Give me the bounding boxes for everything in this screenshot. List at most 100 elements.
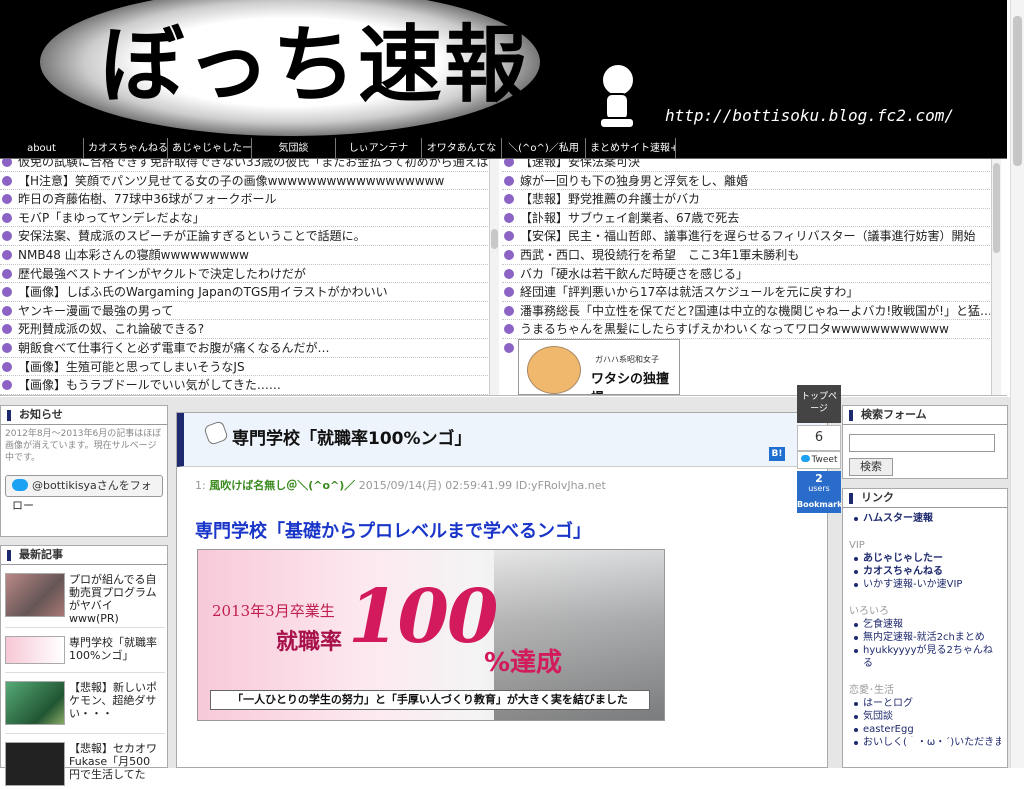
twitter-icon [12,479,28,491]
feed-item[interactable]: 歴代最強ベストナインがヤクルトで決定したわけだが [0,265,488,284]
feed-item[interactable]: 嫁が一回りも下の独身男と浮気をし、離婚 [502,172,990,191]
bullet-icon [2,324,12,335]
link-item[interactable]: 気団談 [849,710,1001,723]
feed-item[interactable]: 【安保】民主・福山哲郎、議事進行を遅らせるフィリバスター（議事進行妨害）開始 [502,227,990,246]
page-scrollbar-thumb[interactable] [1013,16,1022,166]
nav-item-about[interactable]: about [0,138,84,159]
bullet-icon [2,194,12,205]
feed-item[interactable]: 死刑賛成派の奴、これ論破できる? [0,320,488,339]
nav-item-matome[interactable]: まとめサイト速報+ [586,138,676,159]
link-group-label: いろいろ [849,606,889,617]
banner-tail: %達成 [484,648,563,678]
feed-item[interactable]: 【画像】しばふ氏のWargaming JapanのTGS用イラストがかわいい [0,283,488,302]
top-page-button[interactable]: トップページ [797,385,841,423]
bullet-icon [504,194,514,205]
link-item[interactable]: おいしく(｀・ω・´)いただきま [849,736,1001,749]
site-title[interactable]: ぼっち速報 [100,10,530,120]
ad-title: ワタシの独擅場 [591,372,670,394]
nav-item-chaos[interactable]: カオスちゃんねる [84,138,168,159]
bullet-icon [2,342,12,353]
recent-item[interactable]: プロが組んでる自動売買プログラムがヤバイwww(PR) [5,570,165,628]
feed-item[interactable]: ヤンキー漫画で最強の男って [0,302,488,321]
feed-item[interactable]: NMB48 山本彩さんの寝顔wwwwwwwww [0,246,488,265]
res-date: 2015/09/14(月) 02:59:41.99 ID:yFRolvJha.n… [358,479,606,492]
link-item[interactable]: いかす速報-いか速VIP [849,578,1001,591]
search-button[interactable]: 検索 [849,458,893,476]
link-item[interactable]: 無内定速報-就活2chまとめ [849,631,1001,644]
feed-item[interactable]: 【訃報】サブウェイ創業者、67歳で死去 [502,209,990,228]
nav-item-kidan[interactable]: 気団談 [252,138,336,159]
recent-heading: 最新記事 [1,546,167,565]
link-item[interactable]: はーとログ [849,697,1001,710]
bullet-icon [2,175,12,186]
article: 専門学校「就職率100%ンゴ」 B! 1: 風吹けば名無し＠＼(^o^)／ 20… [176,412,828,768]
bullet-icon [504,342,514,353]
bullet-icon [2,249,12,260]
link-item[interactable]: ハムスター速報 [849,512,1001,525]
link-item[interactable]: あじゃじゃしたー [849,552,1001,565]
article-title[interactable]: 専門学校「就職率100%ンゴ」 [232,424,472,449]
feed-item[interactable]: 【速報】安保法案可決 [502,159,990,172]
article-headline: 専門学校「基礎からプロレベルまで学べるンゴ」 [195,521,591,542]
bullet-icon [504,212,514,223]
link-item[interactable]: easterEgg [849,723,1001,736]
bullet-icon [2,305,12,316]
link-group-label: 恋愛･生活 [849,685,894,696]
nav-item-private[interactable]: ＼(^o^)／私用 [502,138,586,159]
nav-item-ajaja[interactable]: あじゃじゃしたー [168,138,252,159]
bullet-icon [504,249,514,260]
nav-item-shii[interactable]: しぃアンテナ [336,138,422,159]
banner-big-number: 100 [348,574,498,660]
feed-item[interactable]: 【悲報】野党推薦の弁護士がバカ [502,190,990,209]
site-url[interactable]: http://bottisoku.blog.fc2.com/ [665,106,954,125]
link-item[interactable]: hyukkyyyyが見る2ちゃんねる [849,644,1001,670]
feed-item[interactable]: 仮免の試験に合格できず免許取得できない33歳の彼氏「またお金払って初めから通えば… [0,159,488,172]
hatena-users-button[interactable]: 2 users Bookmark [797,471,842,513]
mascot-illustration [599,63,635,129]
link-item[interactable]: カオスちゃんねる [849,565,1001,578]
share-widget: トップページ 6 Tweet 2 users Bookmark [797,385,842,515]
bullet-icon [2,380,12,391]
article-banner-image[interactable]: 2013年3月卒業生 就職率 100 %達成 「一人ひとりの学生の努力」と「手厚… [197,549,665,721]
response-header: 1: 風吹けば名無し＠＼(^o^)／ 2015/09/14(月) 02:59:4… [195,477,606,493]
tweet-button[interactable]: Tweet [797,451,841,469]
feed-item[interactable]: 昨日の斉藤佑樹、77球中36球がフォークボール [0,190,488,209]
nav-item-owata[interactable]: オワタあんてな [422,138,502,159]
bullet-icon [504,305,514,316]
recent-thumbnail [5,573,65,617]
feed-right-scrollbar[interactable] [991,159,1001,395]
feed-item[interactable]: モバP「まゆってヤンデレだよな」 [0,209,488,228]
page-scrollbar[interactable] [1010,0,1024,768]
search-input[interactable] [849,434,995,452]
feed-item[interactable]: 潘事務総長「中立性を保てだと?国連は中立的な機関じゃねーよバカ!敗戦国が!」と猛… [502,302,990,321]
link-item[interactable]: 乞食速報 [849,618,1001,631]
feed-item[interactable]: 【画像】もうラブドールでいい気がしてきた…… [0,376,488,395]
bullet-icon [504,175,514,186]
feed-item[interactable]: 安保法案、賛成派のスピーチが正論すぎるということで話題に。 [0,227,488,246]
feed-left-scrollbar[interactable] [489,159,499,395]
hatena-bookmark-icon[interactable]: B! [769,447,785,461]
feed-item[interactable]: バカ「硬水は若干飲んだ時硬さを感じる」 [502,265,990,284]
global-nav: about カオスちゃんねる あじゃじゃしたー 気団談 しぃアンテナ オワタあん… [0,138,1007,159]
ad-subtitle: ガハハ系昭和女子 [595,355,659,364]
recent-item[interactable]: 専門学校「就職率100%ンゴ」 [5,633,165,673]
feed-item[interactable]: 西武・西口、現役続行を希望 ここ3年1軍未勝利も [502,246,990,265]
recent-item[interactable]: 【悲報】新しいポケモン、超絶ダサい・・・ [5,678,165,734]
feed-item[interactable]: 【画像】生殖可能と思ってしまいそうなJS [0,358,488,377]
bullet-icon [504,159,514,167]
bullet-icon [2,268,12,279]
feed-item[interactable]: うまるちゃんを黒髪にしたらすげえかわいくなってワロタwwwwwwwwwwww [502,320,990,339]
links-list: ハムスター速報 VIP あじゃじゃしたー カオスちゃんねる いかす速報-いか速V… [843,508,1007,753]
links-heading: リンク [843,489,1007,508]
feed-item[interactable]: 経団連「評判悪いから17卒は就活スケジュールを元に戻すわ」 [502,283,990,302]
feed-item[interactable]: 朝飯食べて仕事行くと必ず電車でお腹が痛くなるんだが… [0,339,488,358]
twitter-follow-button[interactable]: @bottikisyaさんをフォロー [5,475,163,512]
recent-item[interactable]: 【悲報】セカオワFukase「月500円で生活してた [5,739,165,789]
notice-heading: お知らせ [1,406,167,425]
bullet-icon [2,231,12,242]
feed-item[interactable]: 【H注意】笑顔でパンツ見せてる女の子の画像wwwwwwwwwwwwwwwwww [0,172,488,191]
site-header[interactable]: ぼっち速報 http://bottisoku.blog.fc2.com/ [0,0,1007,138]
feed-ad-banner[interactable]: ガハハ系昭和女子 ワタシの独擅場 [518,339,680,395]
bullet-icon [2,287,12,298]
links-box: リンク ハムスター速報 VIP あじゃじゃしたー カオスちゃんねる いかす速報-… [842,488,1008,768]
